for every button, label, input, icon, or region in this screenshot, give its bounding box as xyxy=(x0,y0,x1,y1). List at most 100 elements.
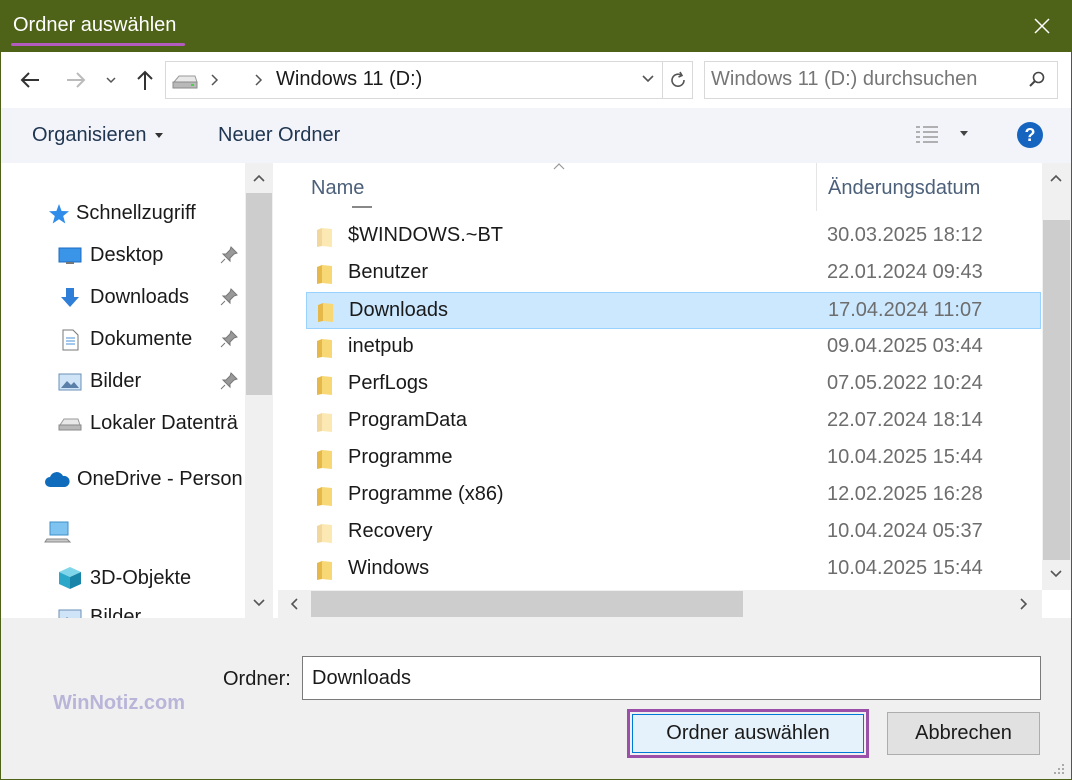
file-row[interactable]: Benutzer 22.01.2024 09:43 xyxy=(306,255,1041,292)
folder-icon xyxy=(317,228,332,247)
address-dropdown-icon[interactable] xyxy=(641,74,655,84)
file-row[interactable]: Downloads 17.04.2024 11:07 xyxy=(306,292,1041,329)
column-header-date[interactable]: Änderungsdatum xyxy=(828,177,980,200)
file-name: Programme xyxy=(348,446,453,468)
up-button[interactable] xyxy=(130,64,160,96)
file-row[interactable]: Programme 10.04.2025 15:44 xyxy=(306,440,1041,477)
scroll-up-icon[interactable] xyxy=(1049,173,1063,183)
help-button[interactable]: ? xyxy=(1016,121,1044,154)
sidebar-item-label: Schnellzugriff xyxy=(76,202,196,224)
sidebar-item-label: Bilder xyxy=(90,606,142,618)
breadcrumb-separator-icon[interactable] xyxy=(209,73,219,87)
sidebar-item-local-disk[interactable]: Lokaler Datenträ xyxy=(58,412,238,435)
cube-icon xyxy=(59,567,81,589)
sidebar-item-pictures-clipped[interactable]: Bilder xyxy=(0,598,245,618)
clipped-row-above xyxy=(352,204,382,212)
resize-grip-icon[interactable] xyxy=(1050,760,1066,776)
file-row[interactable]: ProgramData 22.07.2024 18:14 xyxy=(306,403,1041,440)
cancel-button[interactable]: Abbrechen xyxy=(887,712,1040,755)
sort-ascending-icon xyxy=(553,163,565,170)
column-divider[interactable] xyxy=(816,163,817,211)
sidebar-item-3d-objects[interactable]: 3D-Objekte xyxy=(58,566,191,590)
scroll-right-icon[interactable] xyxy=(1019,597,1029,611)
breadcrumb-separator-icon[interactable] xyxy=(253,73,263,87)
drive-icon xyxy=(58,418,82,430)
refresh-button[interactable] xyxy=(663,61,693,99)
folder-field-label: Ordner: xyxy=(223,668,291,690)
file-row[interactable]: PerfLogs 07.05.2022 10:24 xyxy=(306,366,1041,403)
file-list-horizontal-scrollbar-thumb[interactable] xyxy=(311,591,743,617)
file-name: Programme (x86) xyxy=(348,483,504,505)
file-row[interactable]: inetpub 09.04.2025 03:44 xyxy=(306,329,1041,366)
scroll-down-icon[interactable] xyxy=(1049,569,1063,579)
folder-icon xyxy=(318,303,333,322)
forward-button[interactable] xyxy=(60,66,92,94)
search-icon[interactable] xyxy=(1028,70,1046,88)
search-placeholder[interactable]: Windows 11 (D:) durchsuchen xyxy=(711,68,977,91)
sidebar-item-desktop[interactable]: Desktop xyxy=(58,244,163,267)
sidebar-item-quick-access[interactable]: Schnellzugriff xyxy=(48,202,196,225)
view-options-button[interactable] xyxy=(914,122,970,146)
sidebar-item-label: Dokumente xyxy=(90,328,193,350)
new-folder-button[interactable]: Neuer Ordner xyxy=(218,124,340,147)
address-path[interactable]: Windows 11 (D:) xyxy=(276,68,422,91)
chevron-down-icon xyxy=(106,77,116,84)
folder-icon xyxy=(317,265,332,284)
file-row[interactable]: Programme (x86) 12.02.2025 16:28 xyxy=(306,477,1041,514)
star-icon xyxy=(49,203,69,223)
file-row[interactable]: $WINDOWS.~BT 30.03.2025 18:12 xyxy=(306,218,1041,255)
file-name: Benutzer xyxy=(348,261,429,283)
file-date: 17.04.2024 11:07 xyxy=(828,299,983,321)
sidebar-item-label: Bilder xyxy=(90,370,142,392)
navigation-scrollbar-thumb[interactable] xyxy=(246,193,272,395)
file-name: Recovery xyxy=(348,520,433,542)
file-row[interactable]: Windows 10.04.2025 15:44 xyxy=(306,551,1041,588)
folder-icon xyxy=(317,450,332,469)
file-name: $WINDOWS.~BT xyxy=(348,224,504,246)
drive-icon xyxy=(172,75,198,89)
title-highlight-underline xyxy=(11,43,185,46)
file-list-vertical-scrollbar-thumb[interactable] xyxy=(1043,220,1070,560)
sidebar-item-label: 3D-Objekte xyxy=(90,566,192,589)
organize-button[interactable]: Organisieren xyxy=(32,124,163,147)
scroll-down-icon[interactable] xyxy=(252,598,266,608)
column-header-name[interactable]: Name xyxy=(311,177,364,200)
refresh-icon xyxy=(670,71,685,87)
scroll-up-icon[interactable] xyxy=(252,173,266,183)
sidebar-item-onedrive[interactable]: OneDrive - Person xyxy=(43,468,243,491)
scroll-left-icon[interactable] xyxy=(289,597,299,611)
recent-locations-button[interactable] xyxy=(100,70,122,90)
sidebar-item-this-pc[interactable] xyxy=(44,520,72,549)
folder-icon xyxy=(317,487,332,506)
cloud-icon xyxy=(45,471,70,487)
file-row[interactable]: Recovery 10.04.2024 05:37 xyxy=(306,514,1041,551)
file-date: 07.05.2022 10:24 xyxy=(827,372,983,394)
pin-icon xyxy=(220,372,238,390)
folder-icon xyxy=(317,561,332,580)
select-folder-button[interactable]: Ordner auswählen xyxy=(632,714,864,753)
sidebar-item-downloads[interactable]: Downloads xyxy=(58,286,189,309)
sidebar-item-pictures[interactable]: Bilder xyxy=(58,370,141,393)
file-date: 30.03.2025 18:12 xyxy=(827,224,983,246)
file-name: inetpub xyxy=(348,335,414,357)
file-date: 12.02.2025 16:28 xyxy=(827,483,983,505)
document-icon xyxy=(62,329,79,350)
organize-label: Organisieren xyxy=(32,124,147,146)
sidebar-item-label: OneDrive - Person xyxy=(77,468,243,490)
file-date: 10.04.2025 15:44 xyxy=(827,446,983,468)
folder-icon xyxy=(317,376,332,395)
sidebar-item-documents[interactable]: Dokumente xyxy=(58,328,192,351)
desktop-icon xyxy=(58,247,82,264)
window-title: Ordner auswählen xyxy=(13,14,177,36)
details-view-icon xyxy=(916,126,938,143)
file-date: 22.01.2024 09:43 xyxy=(827,261,983,283)
pin-icon xyxy=(220,330,238,348)
file-date: 10.04.2025 15:44 xyxy=(827,557,983,579)
file-name: Downloads xyxy=(349,299,448,321)
folder-icon xyxy=(317,339,332,358)
sidebar-item-label: Desktop xyxy=(90,244,164,266)
download-arrow-icon xyxy=(61,287,79,307)
back-button[interactable] xyxy=(14,66,46,94)
folder-name-input[interactable] xyxy=(302,656,1041,700)
close-button[interactable] xyxy=(1018,8,1066,44)
